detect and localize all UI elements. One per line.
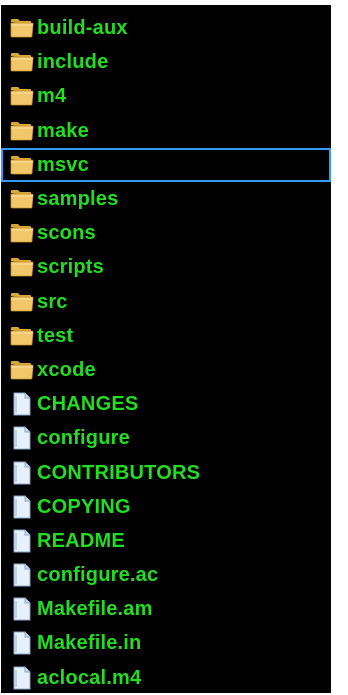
folder-icon	[9, 118, 35, 144]
folder-icon-graphic	[10, 258, 34, 277]
file-icon-graphic	[13, 495, 31, 519]
file-item-makefile-in[interactable]: Makefile.in	[1, 626, 331, 660]
folder-item-samples[interactable]: samples	[1, 182, 331, 216]
file-item-readme[interactable]: README	[1, 524, 331, 558]
folder-item-m4[interactable]: m4	[1, 79, 331, 113]
file-icon	[9, 494, 35, 520]
item-label: configure.ac	[37, 564, 159, 587]
file-icon	[9, 596, 35, 622]
folder-item-msvc[interactable]: msvc	[1, 147, 331, 182]
file-item-aclocal-m4[interactable]: aclocal.m4	[1, 661, 331, 695]
item-label: README	[37, 529, 125, 552]
folder-item-scripts[interactable]: scripts	[1, 250, 331, 284]
folder-icon-graphic	[10, 224, 34, 243]
item-label: COPYING	[37, 495, 131, 518]
file-icon-graphic	[13, 631, 31, 655]
folder-icon	[9, 186, 35, 212]
file-item-configure-ac[interactable]: configure.ac	[1, 558, 331, 592]
item-label: m4	[37, 85, 67, 108]
file-icon-graphic	[13, 529, 31, 553]
folder-item-test[interactable]: test	[1, 319, 331, 353]
folder-item-make[interactable]: make	[1, 114, 331, 148]
folder-icon-graphic	[10, 87, 34, 106]
folder-icon-graphic	[10, 19, 34, 38]
folder-item-build-aux[interactable]: build-aux	[1, 11, 331, 45]
item-label: Makefile.am	[37, 598, 153, 621]
folder-icon	[9, 152, 35, 178]
folder-icon	[9, 49, 35, 75]
file-item-configure[interactable]: configure	[1, 421, 331, 455]
folder-icon	[9, 254, 35, 280]
folder-icon-graphic	[10, 326, 34, 346]
file-icon	[9, 630, 35, 656]
folder-icon	[9, 220, 35, 246]
file-list: build-aux include m4 make msvc samples s…	[1, 11, 331, 695]
item-label: samples	[37, 188, 119, 211]
folder-item-scons[interactable]: scons	[1, 216, 331, 250]
folder-icon-graphic	[10, 190, 34, 209]
file-icon	[9, 528, 35, 554]
item-label: aclocal.m4	[37, 666, 142, 689]
item-label: scripts	[37, 256, 104, 279]
item-label: scons	[37, 222, 96, 245]
folder-icon-graphic	[10, 292, 34, 311]
folder-icon	[9, 323, 35, 349]
item-label: xcode	[37, 358, 96, 381]
item-label: include	[37, 51, 109, 74]
file-item-makefile-am[interactable]: Makefile.am	[1, 592, 331, 626]
file-icon	[9, 562, 35, 588]
item-label: src	[37, 290, 68, 313]
folder-icon-graphic	[10, 155, 34, 175]
folder-icon	[9, 357, 35, 383]
folder-icon	[9, 15, 35, 41]
file-icon	[9, 665, 35, 691]
file-icon-graphic	[13, 666, 31, 690]
item-label: msvc	[37, 153, 89, 176]
item-label: CONTRIBUTORS	[37, 461, 201, 484]
file-item-copying[interactable]: COPYING	[1, 490, 331, 524]
file-list-panel: build-aux include m4 make msvc samples s…	[1, 5, 331, 693]
file-item-changes[interactable]: CHANGES	[1, 387, 331, 421]
file-icon-graphic	[13, 461, 31, 485]
file-icon-graphic	[13, 426, 31, 450]
file-icon-graphic	[13, 392, 31, 416]
folder-item-xcode[interactable]: xcode	[1, 353, 331, 387]
file-icon-graphic	[13, 597, 31, 621]
folder-icon	[9, 83, 35, 109]
item-label: configure	[37, 427, 130, 450]
item-label: test	[37, 324, 74, 347]
folder-icon-graphic	[10, 53, 34, 72]
file-icon-graphic	[13, 563, 31, 587]
item-label: CHANGES	[37, 393, 139, 416]
folder-item-src[interactable]: src	[1, 285, 331, 319]
folder-item-include[interactable]: include	[1, 45, 331, 79]
folder-icon-graphic	[10, 360, 34, 380]
item-label: build-aux	[37, 17, 128, 40]
item-label: make	[37, 119, 89, 142]
file-icon	[9, 460, 35, 486]
folder-icon-graphic	[10, 121, 34, 141]
file-icon	[9, 391, 35, 417]
file-icon	[9, 425, 35, 451]
file-item-contributors[interactable]: CONTRIBUTORS	[1, 455, 331, 489]
item-label: Makefile.in	[37, 632, 142, 655]
folder-icon	[9, 289, 35, 315]
